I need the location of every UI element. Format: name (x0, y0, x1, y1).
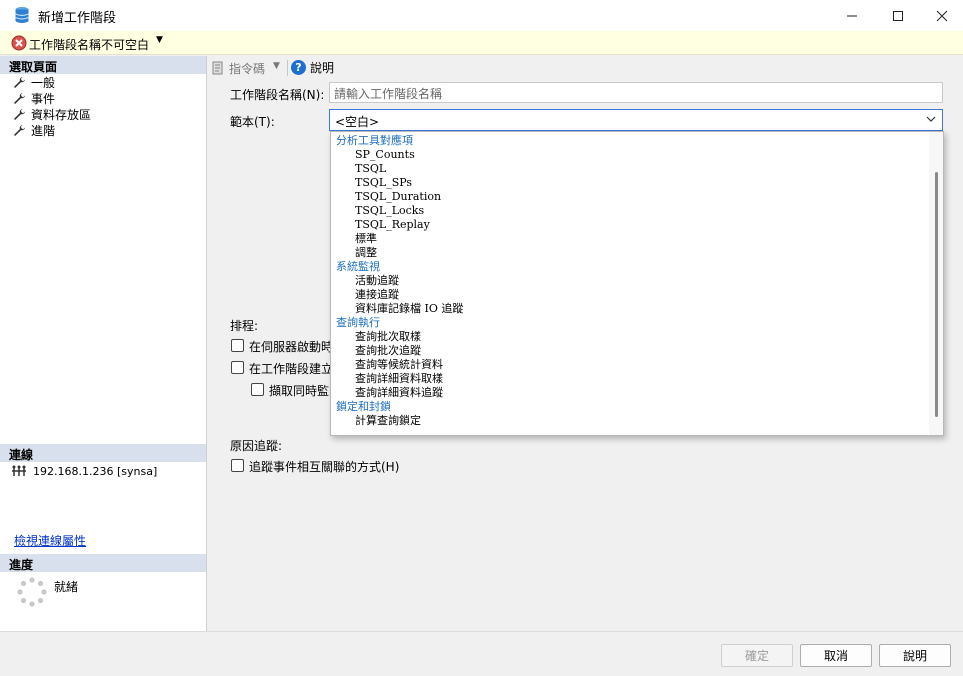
scrollbar-thumb[interactable] (935, 172, 938, 417)
chevron-down-icon (926, 116, 936, 122)
help-toolbar-button[interactable]: ? 說明 (291, 59, 334, 76)
maximize-button[interactable] (875, 0, 921, 31)
page-item-data-storage[interactable]: 資料存放區 (13, 106, 91, 122)
progress-header: 進度 (0, 554, 206, 572)
wrench-icon (14, 76, 25, 88)
chevron-down-icon[interactable]: ▼ (156, 35, 163, 45)
left-pane: 選取頁面 一般 事件 資料存放區 進階 連線 192.168.1.236 [sy… (0, 56, 207, 631)
dropdown-option[interactable]: SP_Counts (331, 148, 943, 162)
help-button[interactable]: 說明 (879, 644, 951, 667)
title-bar: 新增工作階段 (0, 0, 963, 31)
close-icon (936, 10, 948, 21)
connection-header: 連線 (0, 444, 206, 462)
select-page-header: 選取頁面 (0, 56, 206, 74)
dropdown-option[interactable]: 查詢批次追蹤 (331, 344, 943, 358)
progress-spinner-icon (17, 577, 47, 607)
connection-info: 192.168.1.236 [synsa] (11, 464, 157, 478)
cancel-button[interactable]: 取消 (800, 644, 872, 667)
app-database-icon (15, 7, 29, 23)
help-label: 說明 (310, 61, 335, 75)
template-label: 範本(T): (230, 115, 275, 129)
dropdown-option[interactable]: 調整 (331, 246, 943, 260)
dropdown-option[interactable]: 資料庫記錄檔 IO 追蹤 (331, 302, 943, 316)
progress-status: 就緒 (54, 580, 79, 594)
page-item-label: 事件 (31, 91, 56, 106)
wrench-icon (14, 92, 25, 104)
page-item-label: 一般 (31, 75, 56, 90)
error-bar[interactable]: 工作階段名稱不可空白 ▼ (0, 31, 963, 55)
window-title: 新增工作階段 (38, 11, 117, 26)
toolbar-separator (287, 60, 288, 76)
schedule-option-label: 在工作階段建立 (249, 362, 334, 376)
error-message: 工作階段名稱不可空白 (29, 38, 150, 52)
dropdown-group-header: 系統監視 (336, 260, 380, 273)
dropdown-option[interactable]: TSQL (331, 162, 943, 176)
watch-live-checkbox[interactable] (251, 383, 264, 396)
view-connection-properties-link[interactable]: 檢視連線屬性 (14, 532, 86, 549)
schedule-server-start-checkbox[interactable] (231, 339, 244, 352)
ok-button[interactable]: 確定 (721, 644, 793, 667)
session-name-label: 工作階段名稱(N): (230, 88, 325, 102)
page-item-label: 資料存放區 (31, 107, 92, 122)
dropdown-option[interactable]: TSQL_SPs (331, 176, 943, 190)
dropdown-group-header: 鎖定和封鎖 (336, 400, 391, 413)
script-icon (212, 61, 223, 75)
close-button[interactable] (919, 0, 963, 31)
wrench-icon (14, 124, 25, 136)
server-connection-icon (12, 465, 26, 476)
page-item-general[interactable]: 一般 (13, 74, 55, 90)
connection-text: 192.168.1.236 [synsa] (33, 464, 158, 478)
dropdown-option[interactable]: 計算查詢鎖定 (331, 414, 943, 428)
dropdown-option[interactable]: TSQL_Duration (331, 190, 943, 204)
script-label: 指令碼 (229, 62, 266, 76)
causality-label: 原因追蹤: (230, 439, 283, 453)
template-dropdown-list[interactable]: 分析工具對應項 SP_Counts TSQL TSQL_SPs TSQL_Duratio… (330, 131, 944, 436)
dropdown-option[interactable]: TSQL_Locks (331, 204, 943, 218)
dropdown-option[interactable]: 查詢批次取樣 (331, 330, 943, 344)
maximize-icon (893, 10, 903, 21)
script-button[interactable]: 指令碼 (210, 60, 265, 77)
help-icon: ? (291, 60, 306, 75)
page-item-advanced[interactable]: 進階 (13, 122, 55, 138)
error-icon (11, 35, 27, 51)
causality-option-label: 追蹤事件相互關聯的方式(H) (249, 460, 400, 474)
minimize-icon (847, 15, 857, 16)
toolbar: 指令碼 ▼ ? 說明 (207, 56, 963, 80)
dropdown-option[interactable]: 連接追蹤 (331, 288, 943, 302)
session-name-input[interactable]: 請輸入工作階段名稱 (329, 82, 943, 103)
dropdown-option[interactable]: TSQL_Replay (331, 218, 943, 232)
dropdown-option[interactable]: 查詢詳細資料追蹤 (331, 386, 943, 400)
template-value: <空白> (335, 115, 380, 129)
dropdown-option[interactable]: 查詢詳細資料取樣 (331, 372, 943, 386)
dropdown-group-header: 查詢執行 (336, 316, 380, 329)
dropdown-option[interactable]: 活動追蹤 (331, 274, 943, 288)
page-item-events[interactable]: 事件 (13, 90, 55, 106)
chevron-down-icon[interactable]: ▼ (273, 61, 280, 71)
schedule-option-label: 擷取同時監 (269, 384, 330, 398)
schedule-on-create-checkbox[interactable] (231, 361, 244, 374)
wrench-icon (14, 108, 25, 120)
template-combobox[interactable]: <空白> (329, 109, 943, 131)
page-item-label: 進階 (31, 123, 56, 138)
dropdown-group-header: 分析工具對應項 (336, 134, 413, 147)
schedule-option-label: 在伺服器啟動時 (249, 340, 334, 354)
causality-tracking-checkbox[interactable] (231, 459, 244, 472)
dropdown-option[interactable]: 查詢等候統計資料 (331, 358, 943, 372)
schedule-label: 排程: (230, 319, 259, 333)
dropdown-option[interactable]: 標準 (331, 232, 943, 246)
minimize-button[interactable] (829, 0, 875, 31)
